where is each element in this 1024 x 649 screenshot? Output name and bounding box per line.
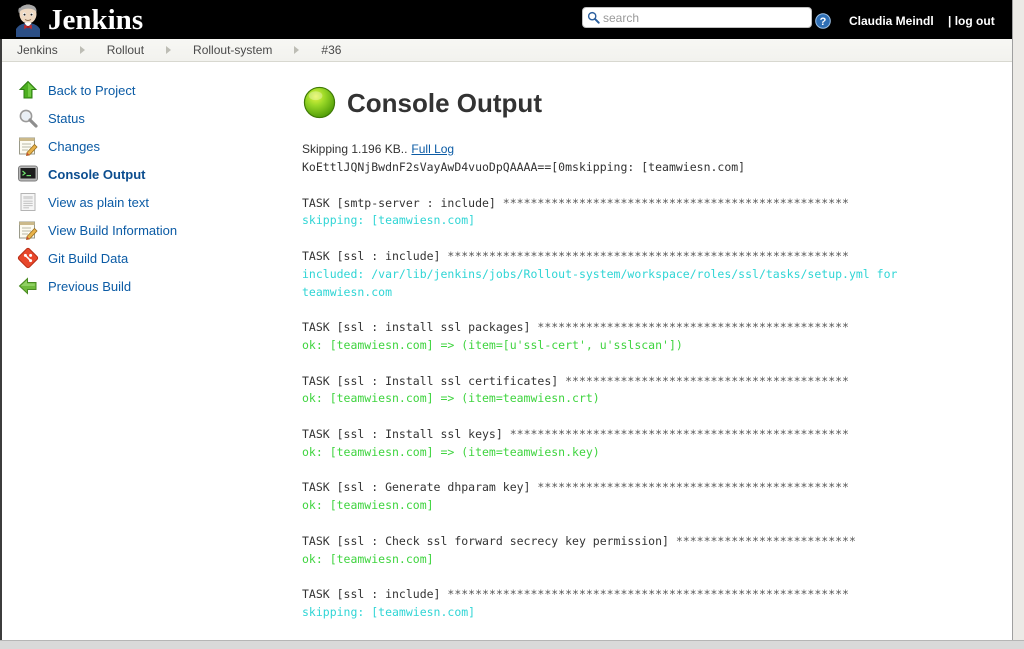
console-line: TASK [ssl : Generate dhparam key] ******… — [302, 479, 1012, 497]
console-line: ok: [teamwiesn.com] — [302, 551, 1012, 569]
console-line: TASK [ssl : Install ssl keys] **********… — [302, 426, 1012, 444]
console-line — [302, 622, 1012, 640]
full-log-link[interactable]: Full Log — [411, 142, 454, 156]
console-line — [302, 568, 1012, 586]
sidebar-item-label: View Build Information — [48, 223, 177, 238]
console-output-text[interactable]: KoEttlJQNjBwdnF2sVayAwD4vuoDpQAAAA==[0ms… — [302, 159, 1012, 649]
breadcrumb-item-1[interactable]: Rollout — [107, 43, 144, 57]
console-line: KoEttlJQNjBwdnF2sVayAwD4vuoDpQAAAA==[0ms… — [302, 159, 1012, 177]
console-line — [302, 515, 1012, 533]
logout-separator: | — [948, 14, 951, 28]
console-line — [302, 301, 1012, 319]
sidebar-item-label: Previous Build — [48, 279, 131, 294]
console-line: TASK [smtp-server : include] ***********… — [302, 195, 1012, 213]
page-title: Console Output — [347, 90, 542, 116]
console-line: ok: [teamwiesn.com] => (item=teamwiesn.c… — [302, 390, 1012, 408]
jenkins-console-page: Jenkins ? Claudia Meindl | log out Jenki… — [0, 0, 1024, 649]
breadcrumb: Jenkins Rollout Rollout-system #36 — [0, 39, 1024, 62]
brand-title: Jenkins — [48, 3, 143, 37]
console-line — [302, 355, 1012, 373]
green-ball-icon — [302, 85, 337, 120]
sidebar: Back to Project Status Changes — [0, 63, 288, 647]
chevron-right-icon — [166, 46, 171, 54]
up-arrow-icon — [17, 79, 39, 101]
sidebar-item-git-build-data[interactable]: Git Build Data — [0, 244, 288, 272]
document-icon — [17, 191, 39, 213]
sidebar-item-back-to-project[interactable]: Back to Project — [0, 76, 288, 104]
console-line: TASK [ssl : Check ssl forward secrecy ke… — [302, 533, 1012, 551]
console-line: teamwiesn.com — [302, 284, 1012, 302]
chevron-right-icon — [294, 46, 299, 54]
breadcrumb-item-0[interactable]: Jenkins — [17, 43, 58, 57]
sidebar-item-label: Git Build Data — [48, 251, 128, 266]
console-line: TASK [ssl : install ssl packages] ******… — [302, 319, 1012, 337]
window-left-edge — [0, 39, 2, 649]
console-line: ok: [teamwiesn.com] => (item=teamwiesn.k… — [302, 444, 1012, 462]
sidebar-item-label: Status — [48, 111, 85, 126]
jenkins-home-link[interactable]: Jenkins — [14, 0, 143, 39]
sidebar-item-label: Back to Project — [48, 83, 135, 98]
skipping-notice: Skipping 1.196 KB.. Full Log — [302, 142, 1012, 156]
breadcrumb-item-3[interactable]: #36 — [321, 43, 341, 57]
breadcrumb-item-2[interactable]: Rollout-system — [193, 43, 272, 57]
terminal-icon — [17, 163, 39, 185]
sidebar-item-status[interactable]: Status — [0, 104, 288, 132]
notepad-edit-icon — [17, 219, 39, 241]
console-line: skipping: [teamwiesn.com] — [302, 212, 1012, 230]
main-content: Console Output Skipping 1.196 KB.. Full L… — [288, 63, 1012, 647]
console-line — [302, 230, 1012, 248]
logout-link[interactable]: log out — [955, 14, 995, 28]
sidebar-item-previous-build[interactable]: Previous Build — [0, 272, 288, 300]
sidebar-item-label: View as plain text — [48, 195, 149, 210]
logout-area: | log out — [948, 14, 995, 28]
sidebar-item-label: Changes — [48, 139, 100, 154]
sidebar-item-view-as-plain-text[interactable]: View as plain text — [0, 188, 288, 216]
user-name-label[interactable]: Claudia Meindl — [849, 14, 934, 28]
git-diamond-icon — [17, 247, 39, 269]
help-question-icon[interactable]: ? — [815, 13, 831, 29]
console-line: TASK [ssl : include] *******************… — [302, 248, 1012, 266]
chevron-right-icon — [80, 46, 85, 54]
skipping-text: Skipping 1.196 KB.. — [302, 142, 407, 156]
console-line — [302, 462, 1012, 480]
console-line: ok: [teamwiesn.com] => (item=[u'ssl-cert… — [302, 337, 1012, 355]
sidebar-item-console-output[interactable]: Console Output — [0, 160, 288, 188]
console-line — [302, 408, 1012, 426]
magnifier-icon — [17, 107, 39, 129]
jenkins-butler-logo-icon — [14, 3, 42, 37]
sidebar-item-label: Console Output — [48, 167, 146, 182]
svg-text:?: ? — [820, 16, 827, 28]
console-line: skipping: [teamwiesn.com] — [302, 604, 1012, 622]
sidebar-item-view-build-information[interactable]: View Build Information — [0, 216, 288, 244]
console-line: included: /var/lib/jenkins/jobs/Rollout-… — [302, 266, 1012, 284]
search-input[interactable] — [603, 11, 803, 25]
page-header: Console Output — [302, 85, 1012, 120]
window-bottom-edge — [0, 640, 1024, 649]
console-line — [302, 177, 1012, 195]
sidebar-item-changes[interactable]: Changes — [0, 132, 288, 160]
search-box[interactable] — [582, 7, 812, 28]
page-scrollbar[interactable] — [1012, 0, 1024, 649]
console-line: TASK [ssl : include] *******************… — [302, 586, 1012, 604]
notepad-edit-icon — [17, 135, 39, 157]
search-icon — [587, 11, 600, 24]
left-arrow-icon — [17, 275, 39, 297]
top-header-bar: Jenkins ? Claudia Meindl | log out — [0, 0, 1024, 39]
console-line: ok: [teamwiesn.com] — [302, 497, 1012, 515]
console-line: TASK [ssl : Install ssl certificates] **… — [302, 373, 1012, 391]
